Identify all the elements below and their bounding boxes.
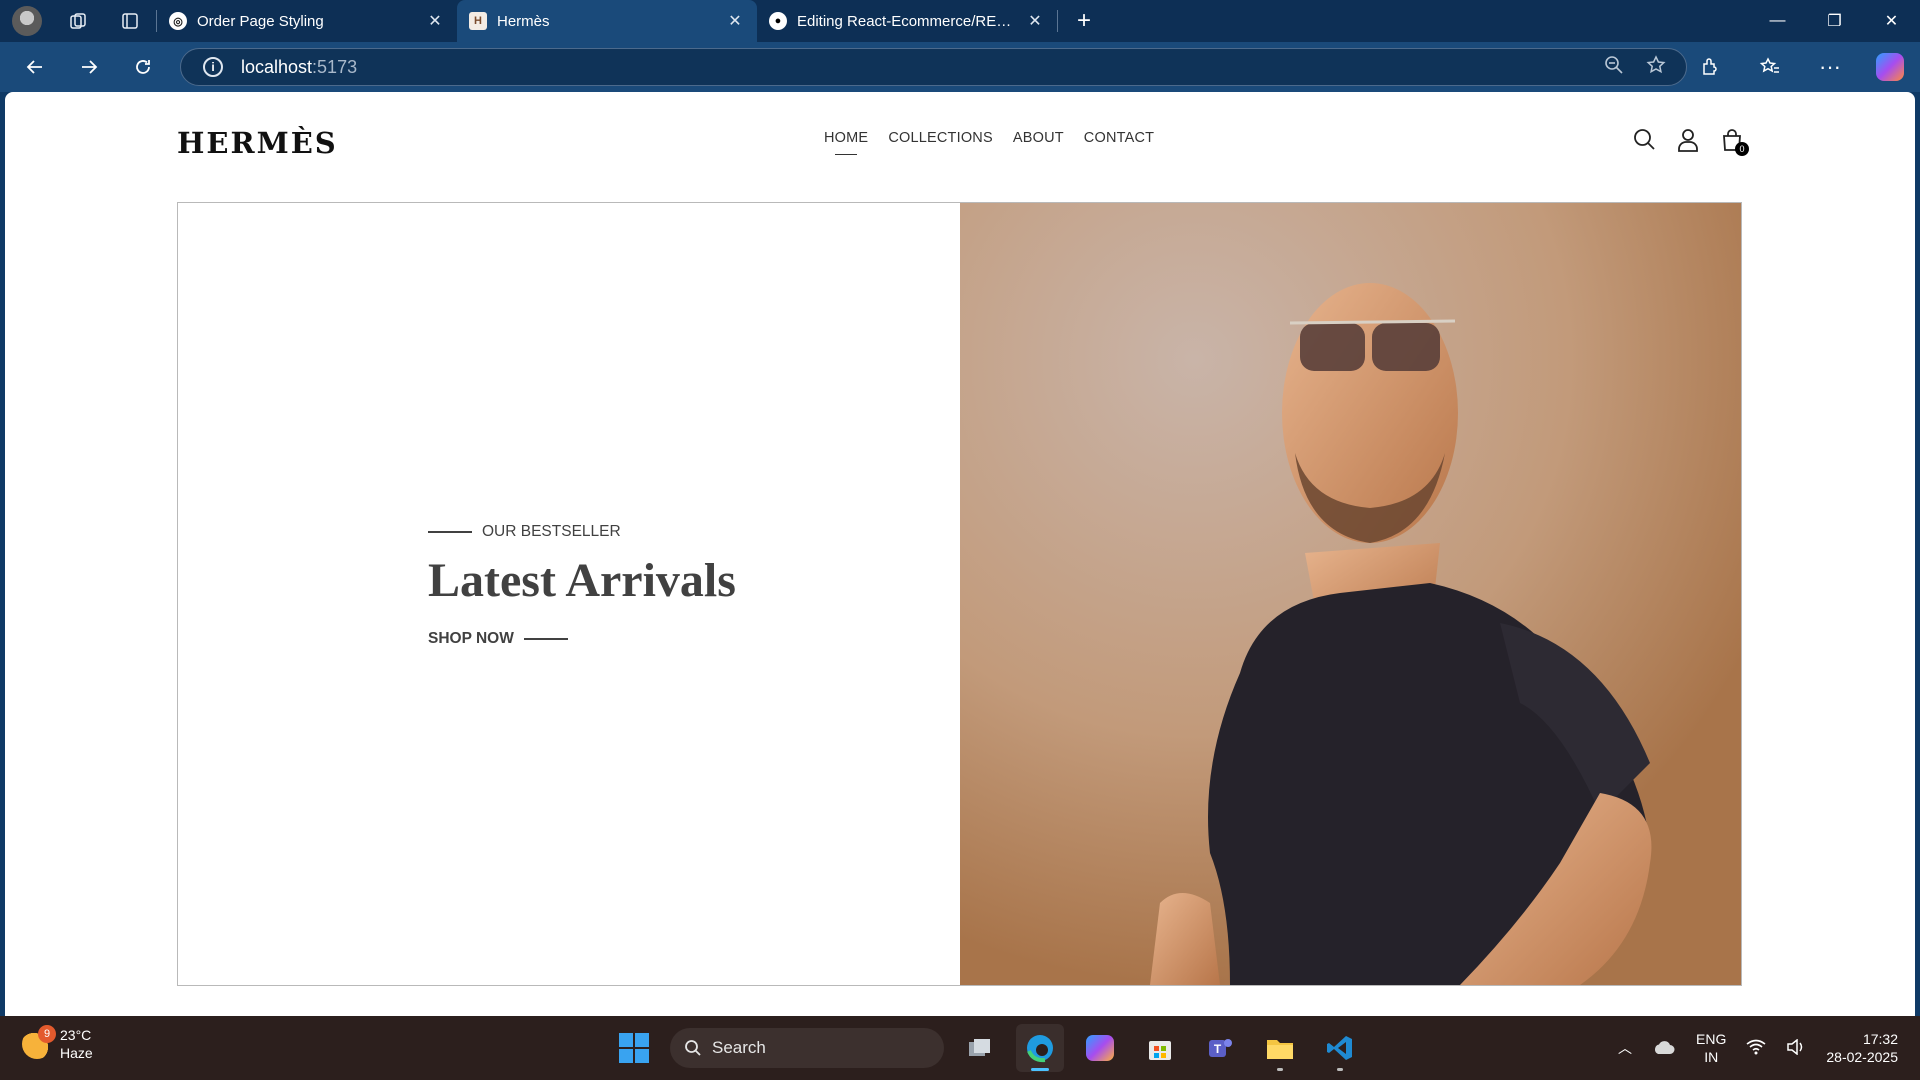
system-clock[interactable]: 17:32 28-02-2025	[1826, 1030, 1898, 1066]
edge-icon[interactable]	[1016, 1024, 1064, 1072]
tab-title: Hermès	[497, 12, 550, 30]
hero-eyebrow: OUR BESTSELLER	[428, 523, 736, 541]
weather-condition: Haze	[60, 1045, 93, 1061]
browser-toolbar: i localhost:5173 ···	[0, 42, 1920, 92]
zoom-out-icon[interactable]	[1604, 55, 1624, 80]
file-explorer-icon[interactable]	[1256, 1024, 1304, 1072]
tab-github-readme[interactable]: ● Editing React-Ecommerce/README ✕	[757, 0, 1057, 42]
language-indicator[interactable]: ENG IN	[1696, 1030, 1726, 1066]
chevron-up-icon[interactable]: ︿	[1618, 1038, 1632, 1058]
new-tab-button[interactable]: +	[1064, 0, 1104, 42]
weather-icon: 9	[22, 1025, 56, 1059]
close-window-icon[interactable]: ✕	[1863, 0, 1920, 42]
nav-collections[interactable]: COLLECTIONS	[888, 130, 993, 146]
tab-order-page-styling[interactable]: ◎ Order Page Styling ✕	[157, 0, 457, 42]
wifi-icon[interactable]	[1746, 1039, 1766, 1058]
taskbar-search-label: Search	[712, 1038, 766, 1057]
toolbar-right: ···	[1680, 42, 1920, 92]
store-icon[interactable]	[1136, 1024, 1184, 1072]
window-controls: — ❐ ✕	[1749, 0, 1920, 42]
weather-text: 23°C Haze	[60, 1026, 93, 1062]
windows-icon	[610, 1024, 658, 1072]
page-viewport: HERMÈS HOME COLLECTIONS ABOUT CONTACT 0	[5, 92, 1915, 1016]
lang-line1: ENG	[1696, 1031, 1727, 1047]
shop-now-link[interactable]: SHOP NOW	[428, 630, 736, 648]
copilot-icon[interactable]	[1860, 42, 1920, 92]
address-host: localhost	[241, 56, 313, 77]
clock-date: 28-02-2025	[1826, 1049, 1898, 1065]
tab-actions-icon[interactable]	[104, 0, 156, 42]
svg-text:T: T	[1214, 1042, 1222, 1056]
nav-contact[interactable]: CONTACT	[1084, 130, 1154, 146]
system-tray: ︿ ENG IN 17:32 28-02-2025	[1618, 1030, 1898, 1066]
close-icon[interactable]: ✕	[1025, 11, 1045, 31]
main-nav: HOME COLLECTIONS ABOUT CONTACT	[824, 130, 1154, 155]
hero-title: Latest Arrivals	[428, 554, 736, 607]
forward-icon[interactable]	[62, 42, 116, 92]
tab-separator	[1057, 10, 1058, 32]
search-icon	[685, 1040, 701, 1056]
volume-icon[interactable]	[1786, 1037, 1806, 1058]
taskbar-search[interactable]: Search	[670, 1028, 944, 1068]
weather-badge: 9	[38, 1025, 56, 1043]
site-header: HERMÈS HOME COLLECTIONS ABOUT CONTACT 0	[5, 92, 1915, 202]
copilot-app-icon[interactable]	[1076, 1024, 1124, 1072]
clock-time: 17:32	[1862, 1031, 1898, 1047]
start-button[interactable]	[610, 1024, 658, 1072]
favorite-star-icon[interactable]	[1646, 54, 1666, 80]
eyebrow-label: OUR BESTSELLER	[482, 523, 621, 540]
divider-line	[523, 637, 568, 640]
tab-hermes[interactable]: H Hermès ✕	[457, 0, 757, 42]
chatgpt-icon: ◎	[169, 12, 187, 30]
hero-text-panel: OUR BESTSELLER Latest Arrivals SHOP NOW	[178, 203, 960, 985]
github-icon: ●	[769, 12, 787, 30]
tab-title: Order Page Styling	[197, 12, 324, 30]
close-icon[interactable]: ✕	[425, 11, 445, 31]
more-options-icon[interactable]: ···	[1800, 42, 1860, 92]
weather-temp: 23°C	[60, 1027, 92, 1043]
vscode-icon[interactable]	[1316, 1024, 1364, 1072]
minimize-icon[interactable]: —	[1749, 0, 1806, 42]
onedrive-icon[interactable]	[1652, 1039, 1676, 1058]
hero-photo-illustration	[960, 203, 1741, 985]
taskbar-apps: Search T	[610, 1024, 1364, 1072]
header-icons: 0	[1633, 128, 1749, 156]
nav-about[interactable]: ABOUT	[1013, 130, 1064, 146]
cart-icon[interactable]: 0	[1721, 128, 1749, 156]
close-icon[interactable]: ✕	[725, 11, 745, 31]
site-info-icon[interactable]: i	[203, 57, 223, 77]
address-bar[interactable]: i localhost:5173	[180, 48, 1687, 86]
hero-section: OUR BESTSELLER Latest Arrivals SHOP NOW	[177, 202, 1742, 986]
extensions-icon[interactable]	[1680, 42, 1740, 92]
task-view-icon[interactable]	[956, 1024, 1004, 1072]
profile-avatar[interactable]	[12, 6, 42, 36]
hero-text: OUR BESTSELLER Latest Arrivals SHOP NOW	[428, 523, 736, 648]
cart-count-badge: 0	[1735, 142, 1749, 156]
address-port: :5173	[312, 56, 358, 77]
search-icon[interactable]	[1633, 128, 1655, 150]
shop-now-label: SHOP NOW	[428, 629, 514, 647]
divider-line	[428, 531, 472, 533]
restore-icon[interactable]: ❐	[1806, 0, 1863, 42]
workspaces-icon[interactable]	[52, 0, 104, 42]
back-icon[interactable]	[8, 42, 62, 92]
teams-icon[interactable]: T	[1196, 1024, 1244, 1072]
favorites-icon[interactable]	[1740, 42, 1800, 92]
browser-tab-strip: ◎ Order Page Styling ✕ H Hermès ✕ ● Edit…	[0, 0, 1920, 42]
weather-widget[interactable]: 9 23°C Haze	[22, 1025, 93, 1062]
user-icon[interactable]	[1677, 128, 1699, 152]
site-logo[interactable]: HERMÈS	[177, 126, 338, 160]
nav-home[interactable]: HOME	[824, 130, 868, 155]
hero-image	[960, 203, 1741, 985]
windows-taskbar: 9 23°C Haze Search T ︿ ENG IN 17:32 28-0…	[0, 1016, 1920, 1080]
lang-line2: IN	[1704, 1049, 1719, 1065]
hermes-icon: H	[469, 12, 487, 30]
tab-title: Editing React-Ecommerce/README	[797, 12, 1015, 30]
refresh-icon[interactable]	[116, 42, 170, 92]
